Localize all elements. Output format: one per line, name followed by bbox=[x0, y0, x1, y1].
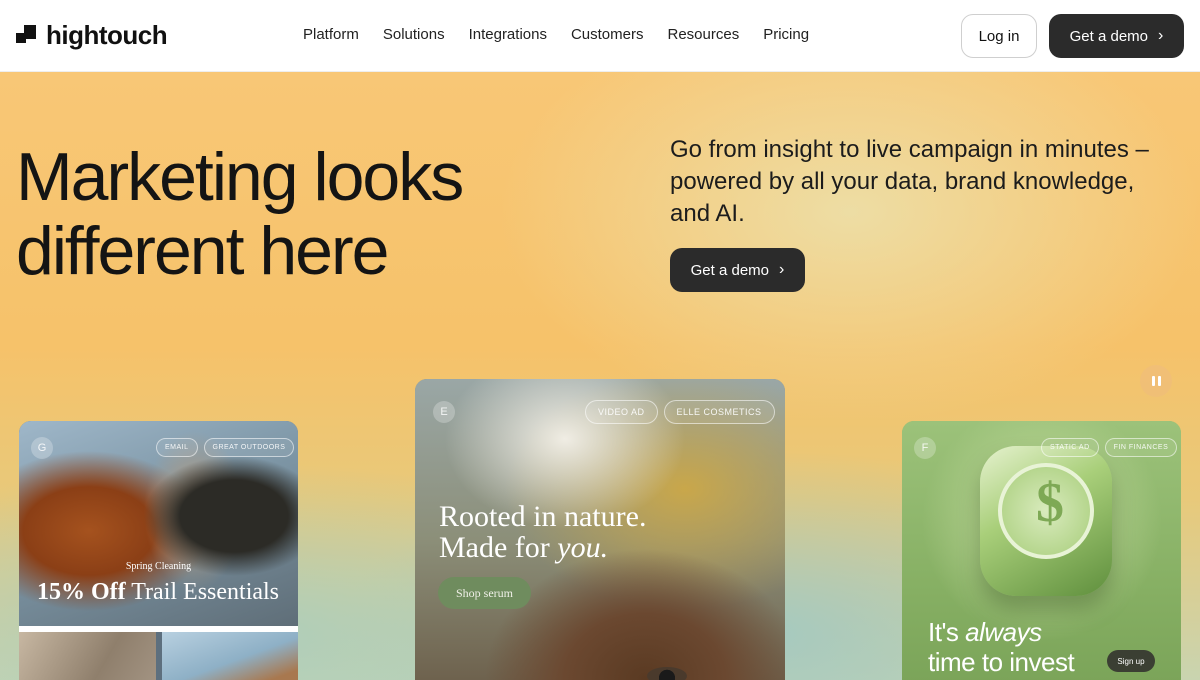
hero-get-demo-label: Get a demo bbox=[690, 261, 770, 279]
chevron-right-icon: › bbox=[1158, 27, 1164, 44]
video-ad-card-elle-cosmetics[interactable]: E VIDEO AD ELLE COSMETICS Rooted in natu… bbox=[415, 379, 785, 680]
card-headline-emphasis: always bbox=[965, 617, 1042, 647]
sign-up-button[interactable]: Sign up bbox=[1107, 650, 1155, 672]
pause-icon bbox=[1151, 376, 1155, 386]
card-eyebrow: Spring Cleaning bbox=[125, 561, 192, 572]
card-tags: EMAIL GREAT OUTDOORS bbox=[156, 438, 295, 457]
hero-get-demo-button[interactable]: Get a demo › bbox=[670, 248, 805, 292]
pause-button[interactable] bbox=[1140, 365, 1172, 397]
hero-headline: Marketing looks different here bbox=[16, 140, 576, 288]
tag-brand: GREAT OUTDOORS bbox=[203, 438, 295, 457]
product-thumbnail bbox=[19, 632, 156, 680]
card-headline-line2: time to invest bbox=[928, 647, 1075, 677]
menu-item-resources[interactable]: Resources bbox=[668, 26, 740, 43]
hero-headline-line1: Marketing looks bbox=[16, 139, 464, 215]
eye-detail bbox=[647, 667, 687, 680]
product-thumbnail bbox=[162, 632, 298, 680]
card-letter-badge: G bbox=[31, 437, 53, 459]
nav-get-demo-label: Get a demo bbox=[1069, 27, 1149, 45]
tag-static-ad: STATIC AD bbox=[1041, 438, 1099, 457]
card-offer-rest: Trail Essentials bbox=[131, 579, 280, 605]
logo-text: hightouch bbox=[46, 20, 168, 50]
pause-icon-bar bbox=[1157, 376, 1161, 386]
menu-item-integrations[interactable]: Integrations bbox=[469, 26, 547, 43]
card-headline-emphasis: you. bbox=[557, 531, 609, 564]
chevron-right-icon: › bbox=[779, 261, 785, 278]
card-tags: VIDEO AD ELLE COSMETICS bbox=[585, 400, 775, 424]
hero-headline-line2: different here bbox=[16, 213, 389, 289]
tag-video-ad: VIDEO AD bbox=[585, 400, 658, 424]
card-headline-line1: It's always bbox=[928, 618, 1042, 646]
shop-serum-button[interactable]: Shop serum bbox=[438, 577, 531, 609]
email-card-great-outdoors[interactable]: G EMAIL GREAT OUTDOORS Spring Cleaning 1… bbox=[19, 421, 298, 680]
top-nav: hightouch Platform Solutions Integration… bbox=[0, 0, 1200, 72]
hero-subcopy: Go from insight to live campaign in minu… bbox=[670, 136, 1149, 227]
tag-brand: ELLE COSMETICS bbox=[663, 400, 775, 424]
card-headline-line1: Rooted in nature. bbox=[439, 500, 647, 533]
login-button[interactable]: Log in bbox=[961, 14, 1037, 58]
card-letter-badge: E bbox=[433, 401, 455, 423]
main-menu: Platform Solutions Integrations Customer… bbox=[303, 26, 833, 43]
card-headline-line2: Made for you. bbox=[439, 532, 608, 563]
card-letter-badge: F bbox=[914, 437, 936, 459]
tag-brand: FIN FINANCES bbox=[1104, 438, 1178, 457]
tag-email: EMAIL bbox=[156, 438, 198, 457]
card-tags: STATIC AD FIN FINANCES bbox=[1041, 438, 1178, 457]
card-offer-bold: 15% Off bbox=[37, 579, 126, 605]
menu-item-customers[interactable]: Customers bbox=[571, 26, 644, 43]
hero-section: Marketing looks different here Go from i… bbox=[0, 72, 1200, 680]
menu-item-platform[interactable]: Platform bbox=[303, 26, 359, 43]
logo[interactable]: hightouch bbox=[16, 20, 168, 51]
card-offer: 15% Off Trail Essentials bbox=[37, 579, 279, 606]
menu-item-solutions[interactable]: Solutions bbox=[383, 26, 445, 43]
card-headline-prefix: It's bbox=[928, 617, 966, 647]
static-ad-card-fin-finances[interactable]: $ F STATIC AD FIN FINANCES It's always t… bbox=[902, 421, 1181, 680]
nav-get-demo-button[interactable]: Get a demo › bbox=[1049, 14, 1184, 58]
dollar-sign-icon: $ bbox=[1036, 472, 1064, 534]
menu-item-pricing[interactable]: Pricing bbox=[763, 26, 809, 43]
card-headline-prefix: Made for bbox=[439, 531, 558, 564]
logo-mark-icon bbox=[16, 24, 38, 47]
